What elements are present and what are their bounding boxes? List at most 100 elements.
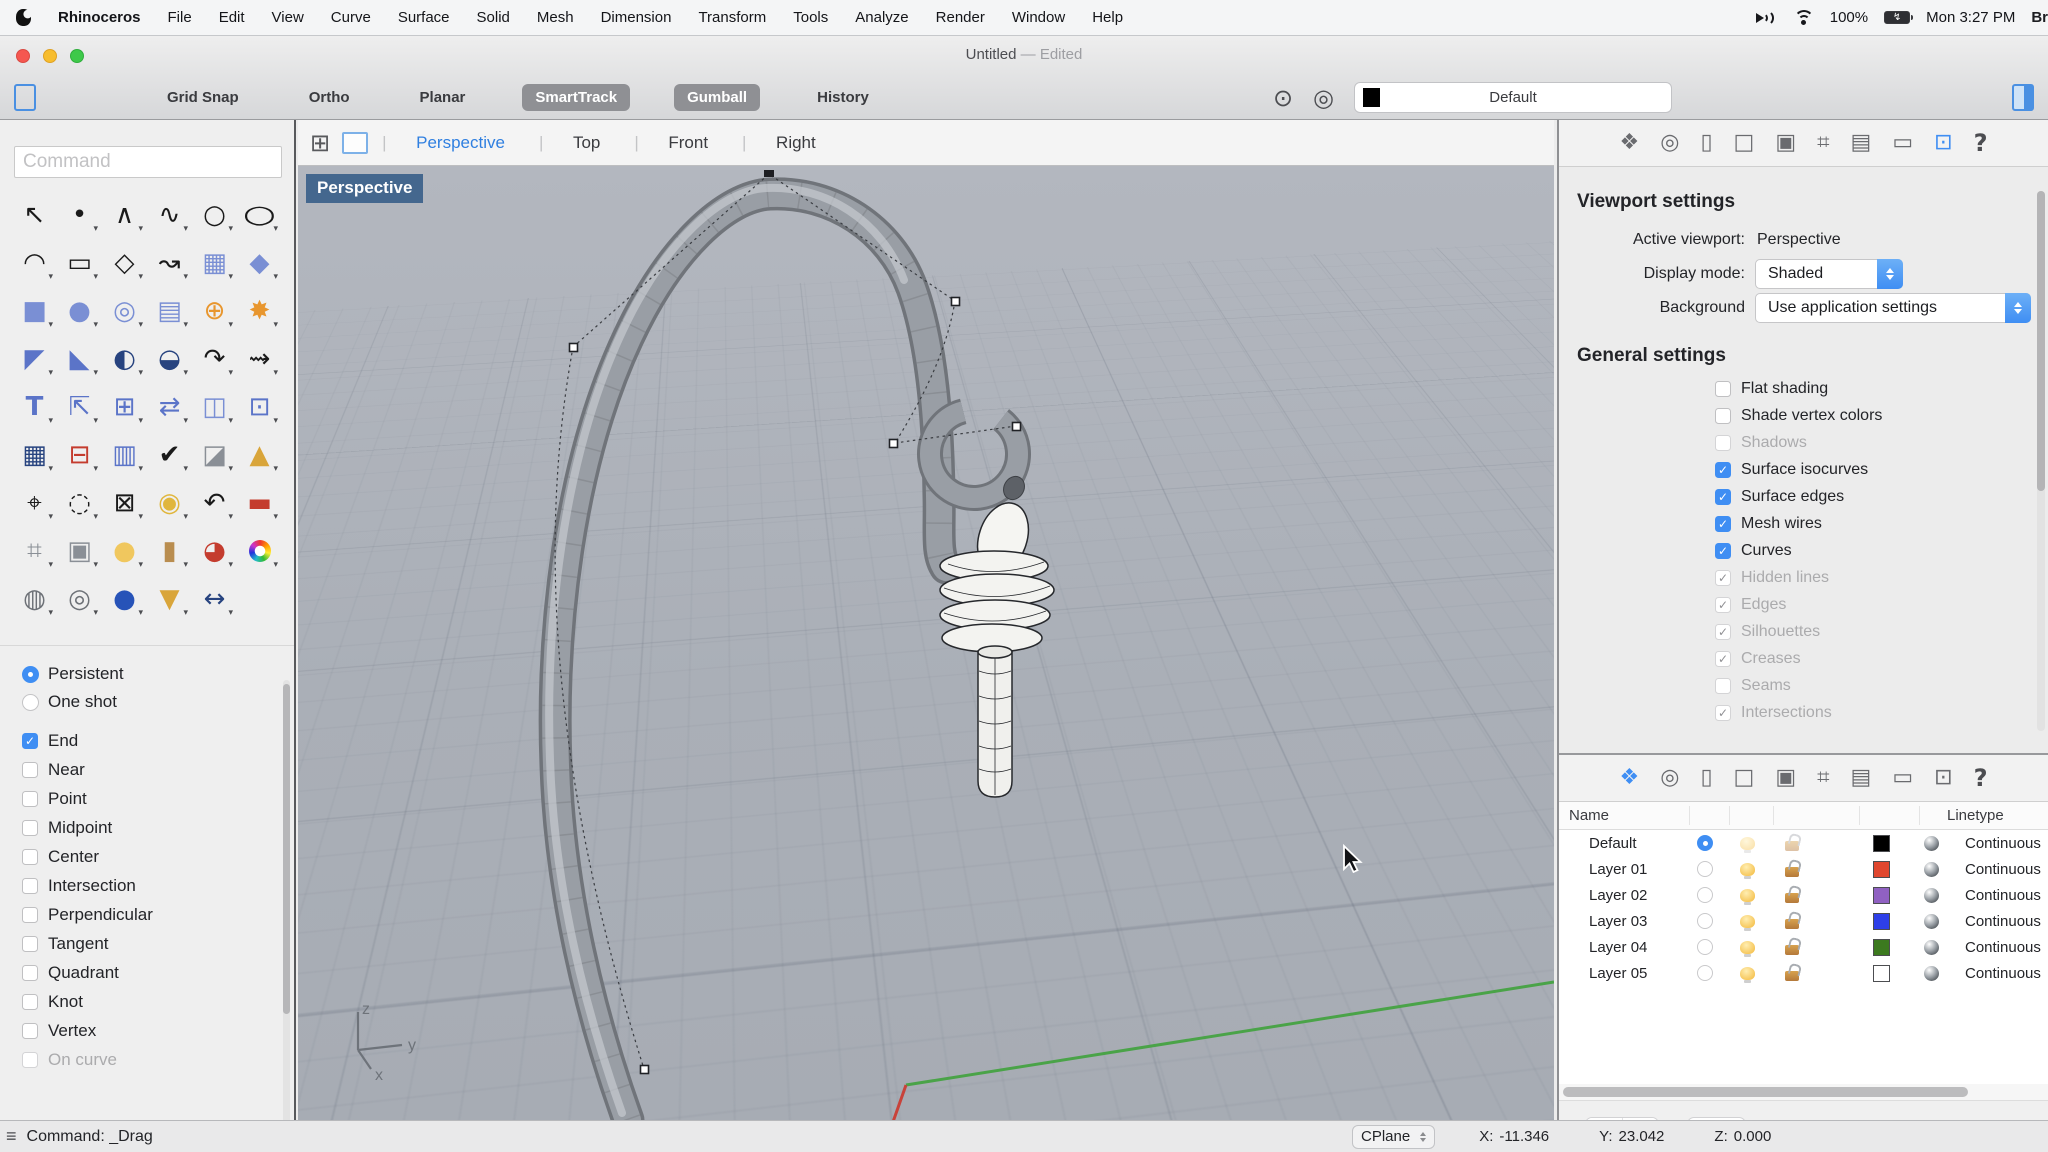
shade-vertex-colors-checkbox[interactable]: Shade vertex colors — [1715, 402, 2048, 429]
mesh-surface-tool[interactable]: ▤ ▾ — [147, 290, 192, 331]
checkbox-icon[interactable] — [22, 878, 38, 894]
title-bar[interactable]: Untitled — Edited — [0, 36, 2048, 76]
menu-item[interactable]: Curve — [331, 9, 371, 26]
toolbar-toggle[interactable]: Gumball — [674, 84, 760, 111]
four-pane-layout-icon[interactable]: ⊞ — [310, 131, 330, 155]
menu-item[interactable]: Tools — [793, 9, 828, 26]
sphere-tool[interactable]: ● ▾ — [57, 290, 102, 331]
volume-icon[interactable] — [1756, 10, 1778, 26]
wifi-icon[interactable] — [1794, 10, 1814, 25]
layer-color-swatch[interactable] — [1873, 861, 1890, 878]
layer-name[interactable]: Layer 02 — [1589, 887, 1687, 904]
radio-icon[interactable] — [22, 694, 39, 711]
lightbulb-tool[interactable]: ● ▾ — [102, 530, 147, 571]
torus-tool[interactable]: ◎ ▾ — [102, 290, 147, 331]
trim-tool[interactable]: ◤ ▾ — [12, 338, 57, 379]
checkbox-icon[interactable] — [1715, 408, 1731, 424]
current-layer-radio[interactable] — [1697, 913, 1713, 929]
layer-visibility-bulb-icon[interactable] — [1740, 967, 1755, 980]
checkbox-icon[interactable] — [1715, 624, 1731, 640]
menu-item[interactable]: Mesh — [537, 9, 574, 26]
name-column-header[interactable]: Name — [1569, 807, 1609, 824]
toolbar-toggle[interactable]: History — [804, 84, 882, 111]
osnap-persistent-radio[interactable]: Persistent — [22, 660, 294, 688]
camera-panel-icon[interactable]: ▣ — [1775, 767, 1796, 789]
osnap-end[interactable]: End — [22, 726, 294, 755]
left-panel-scrollbar[interactable] — [283, 680, 290, 1150]
layer-row[interactable]: Default Continuous — [1559, 830, 2048, 856]
command-input[interactable] — [14, 146, 282, 178]
checkbox-icon[interactable] — [22, 965, 38, 981]
checkbox-icon[interactable] — [22, 994, 38, 1010]
viewport-tab[interactable]: Perspective — [382, 133, 539, 153]
checkbox-icon[interactable] — [1715, 381, 1731, 397]
point-tool[interactable]: • ▾ — [57, 194, 102, 235]
checkbox-icon[interactable] — [22, 1023, 38, 1039]
properties-panel-icon[interactable]: ◎ — [1660, 132, 1679, 154]
color-wheel-tool[interactable]: ▾ — [237, 530, 282, 571]
cage-edit-tool[interactable]: ◫ ▾ — [192, 386, 237, 427]
left-sidebar-toggle-icon[interactable] — [14, 84, 36, 111]
layer-linetype[interactable]: Continuous — [1965, 939, 2041, 956]
osnap-vertex[interactable]: Vertex — [22, 1016, 294, 1045]
layers-panel-icon[interactable]: ❖ — [1620, 132, 1640, 154]
viewport-tab[interactable]: Front — [634, 133, 742, 153]
menu-item[interactable]: Rhinoceros — [58, 9, 141, 26]
menu-bar-clock[interactable]: Mon 3:27 PM — [1926, 9, 2015, 26]
document-panel-icon[interactable]: ▯ — [1700, 767, 1712, 789]
creases-checkbox[interactable]: Creases — [1715, 645, 2048, 672]
layer-name[interactable]: Layer 05 — [1589, 965, 1687, 982]
layer-visibility-bulb-icon[interactable] — [1740, 889, 1755, 902]
layer-lock-icon[interactable] — [1785, 841, 1799, 851]
layer-row[interactable]: Layer 03 Continuous — [1559, 908, 2048, 934]
menu-item[interactable]: View — [272, 9, 304, 26]
checkbox-icon[interactable] — [22, 762, 38, 778]
control-point-curve-tool[interactable]: ∧ ▾ — [102, 194, 147, 235]
display-mode-select[interactable]: Shaded — [1755, 259, 1903, 289]
layer-lock-icon[interactable] — [1785, 919, 1799, 929]
linetype-column-header[interactable]: Linetype — [1947, 807, 2004, 824]
boolean-union-tool[interactable]: ⊕ ▾ — [192, 290, 237, 331]
layers-horizontal-scrollbar[interactable] — [1559, 1084, 2048, 1100]
surface-isocurves-checkbox[interactable]: Surface isocurves — [1715, 456, 2048, 483]
hidden-lines-checkbox[interactable]: Hidden lines — [1715, 564, 2048, 591]
menu-item[interactable]: Dimension — [601, 9, 672, 26]
checkbox-icon[interactable] — [22, 1052, 38, 1068]
layer-visibility-bulb-icon[interactable] — [1740, 915, 1755, 928]
menu-item[interactable]: Solid — [477, 9, 510, 26]
toolbar-toggle[interactable]: SmartTrack — [522, 84, 630, 111]
display-mode-dropdown[interactable]: Default — [1354, 82, 1672, 113]
command-prompt[interactable]: Command: _Drag — [27, 1128, 153, 1146]
toolbar-toggle[interactable]: Planar — [407, 84, 479, 111]
circle-tool[interactable]: ○ ▾ — [192, 194, 237, 235]
menu-item[interactable]: Analyze — [855, 9, 908, 26]
layer-lock-icon[interactable] — [1785, 893, 1799, 903]
osnap-near[interactable]: Near — [22, 755, 294, 784]
layer-material-sphere-icon[interactable] — [1924, 836, 1939, 851]
display-panel-icon[interactable]: ⊡ — [1934, 767, 1952, 789]
menu-item[interactable]: Render — [936, 9, 985, 26]
menu-item[interactable]: Window — [1012, 9, 1065, 26]
undo-view-tool[interactable]: ↶ ▾ — [192, 482, 237, 523]
menu-bar-user[interactable]: Br — [2031, 9, 2048, 26]
menu-item[interactable]: Help — [1092, 9, 1123, 26]
gumball-mode-icon[interactable]: ⊙ — [1273, 86, 1293, 110]
distribute-tool[interactable]: ⊟ ▾ — [57, 434, 102, 475]
grid-sphere-tool[interactable]: ◎ ▾ — [57, 578, 102, 619]
cplane-tool[interactable]: ⌗ ▾ — [12, 530, 57, 571]
osnap-intersection[interactable]: Intersection — [22, 871, 294, 900]
current-layer-radio[interactable] — [1697, 887, 1713, 903]
grid-panel-icon[interactable]: ⌗ — [1817, 132, 1829, 154]
surface-from-points-tool[interactable]: ▦ ▾ — [192, 242, 237, 283]
layer-name[interactable]: Default — [1589, 835, 1687, 852]
layer-name[interactable]: Layer 04 — [1589, 939, 1687, 956]
silhouettes-checkbox[interactable]: Silhouettes — [1715, 618, 2048, 645]
menu-item[interactable]: Edit — [219, 9, 245, 26]
object-panel-icon[interactable]: □ — [1734, 767, 1755, 789]
osnap-point[interactable]: Point — [22, 784, 294, 813]
paint-tool[interactable]: ▲ ▾ — [237, 434, 282, 475]
osnap-center[interactable]: Center — [22, 842, 294, 871]
grid-panel-icon[interactable]: ⌗ — [1817, 767, 1829, 789]
layer-color-swatch[interactable] — [1873, 835, 1890, 852]
rectangle-tool[interactable]: ▭ ▾ — [57, 242, 102, 283]
